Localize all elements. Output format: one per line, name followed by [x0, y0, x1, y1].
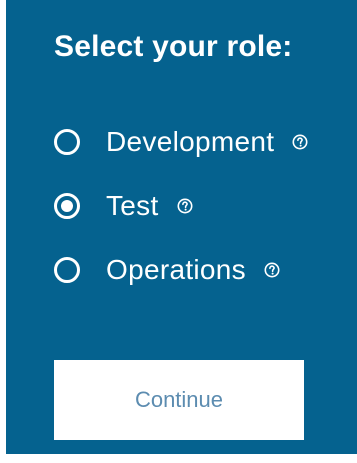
radio-button-development[interactable]: [54, 129, 80, 155]
continue-button[interactable]: Continue: [54, 360, 304, 440]
help-icon[interactable]: [264, 262, 280, 278]
radio-button-test[interactable]: [54, 193, 80, 219]
help-icon[interactable]: [177, 198, 193, 214]
role-radio-group: Development Test Operations: [54, 110, 354, 302]
role-option-development[interactable]: Development: [54, 110, 354, 174]
radio-button-operations[interactable]: [54, 257, 80, 283]
role-option-operations[interactable]: Operations: [54, 238, 354, 302]
role-label-operations: Operations: [106, 254, 246, 285]
page-title: Select your role:: [54, 30, 293, 63]
role-label-test: Test: [106, 190, 159, 221]
role-option-test[interactable]: Test: [54, 174, 354, 238]
role-selection-panel: Select your role: Development Test Opera…: [6, 0, 357, 454]
role-label-development: Development: [106, 126, 275, 157]
help-icon[interactable]: [292, 134, 308, 150]
